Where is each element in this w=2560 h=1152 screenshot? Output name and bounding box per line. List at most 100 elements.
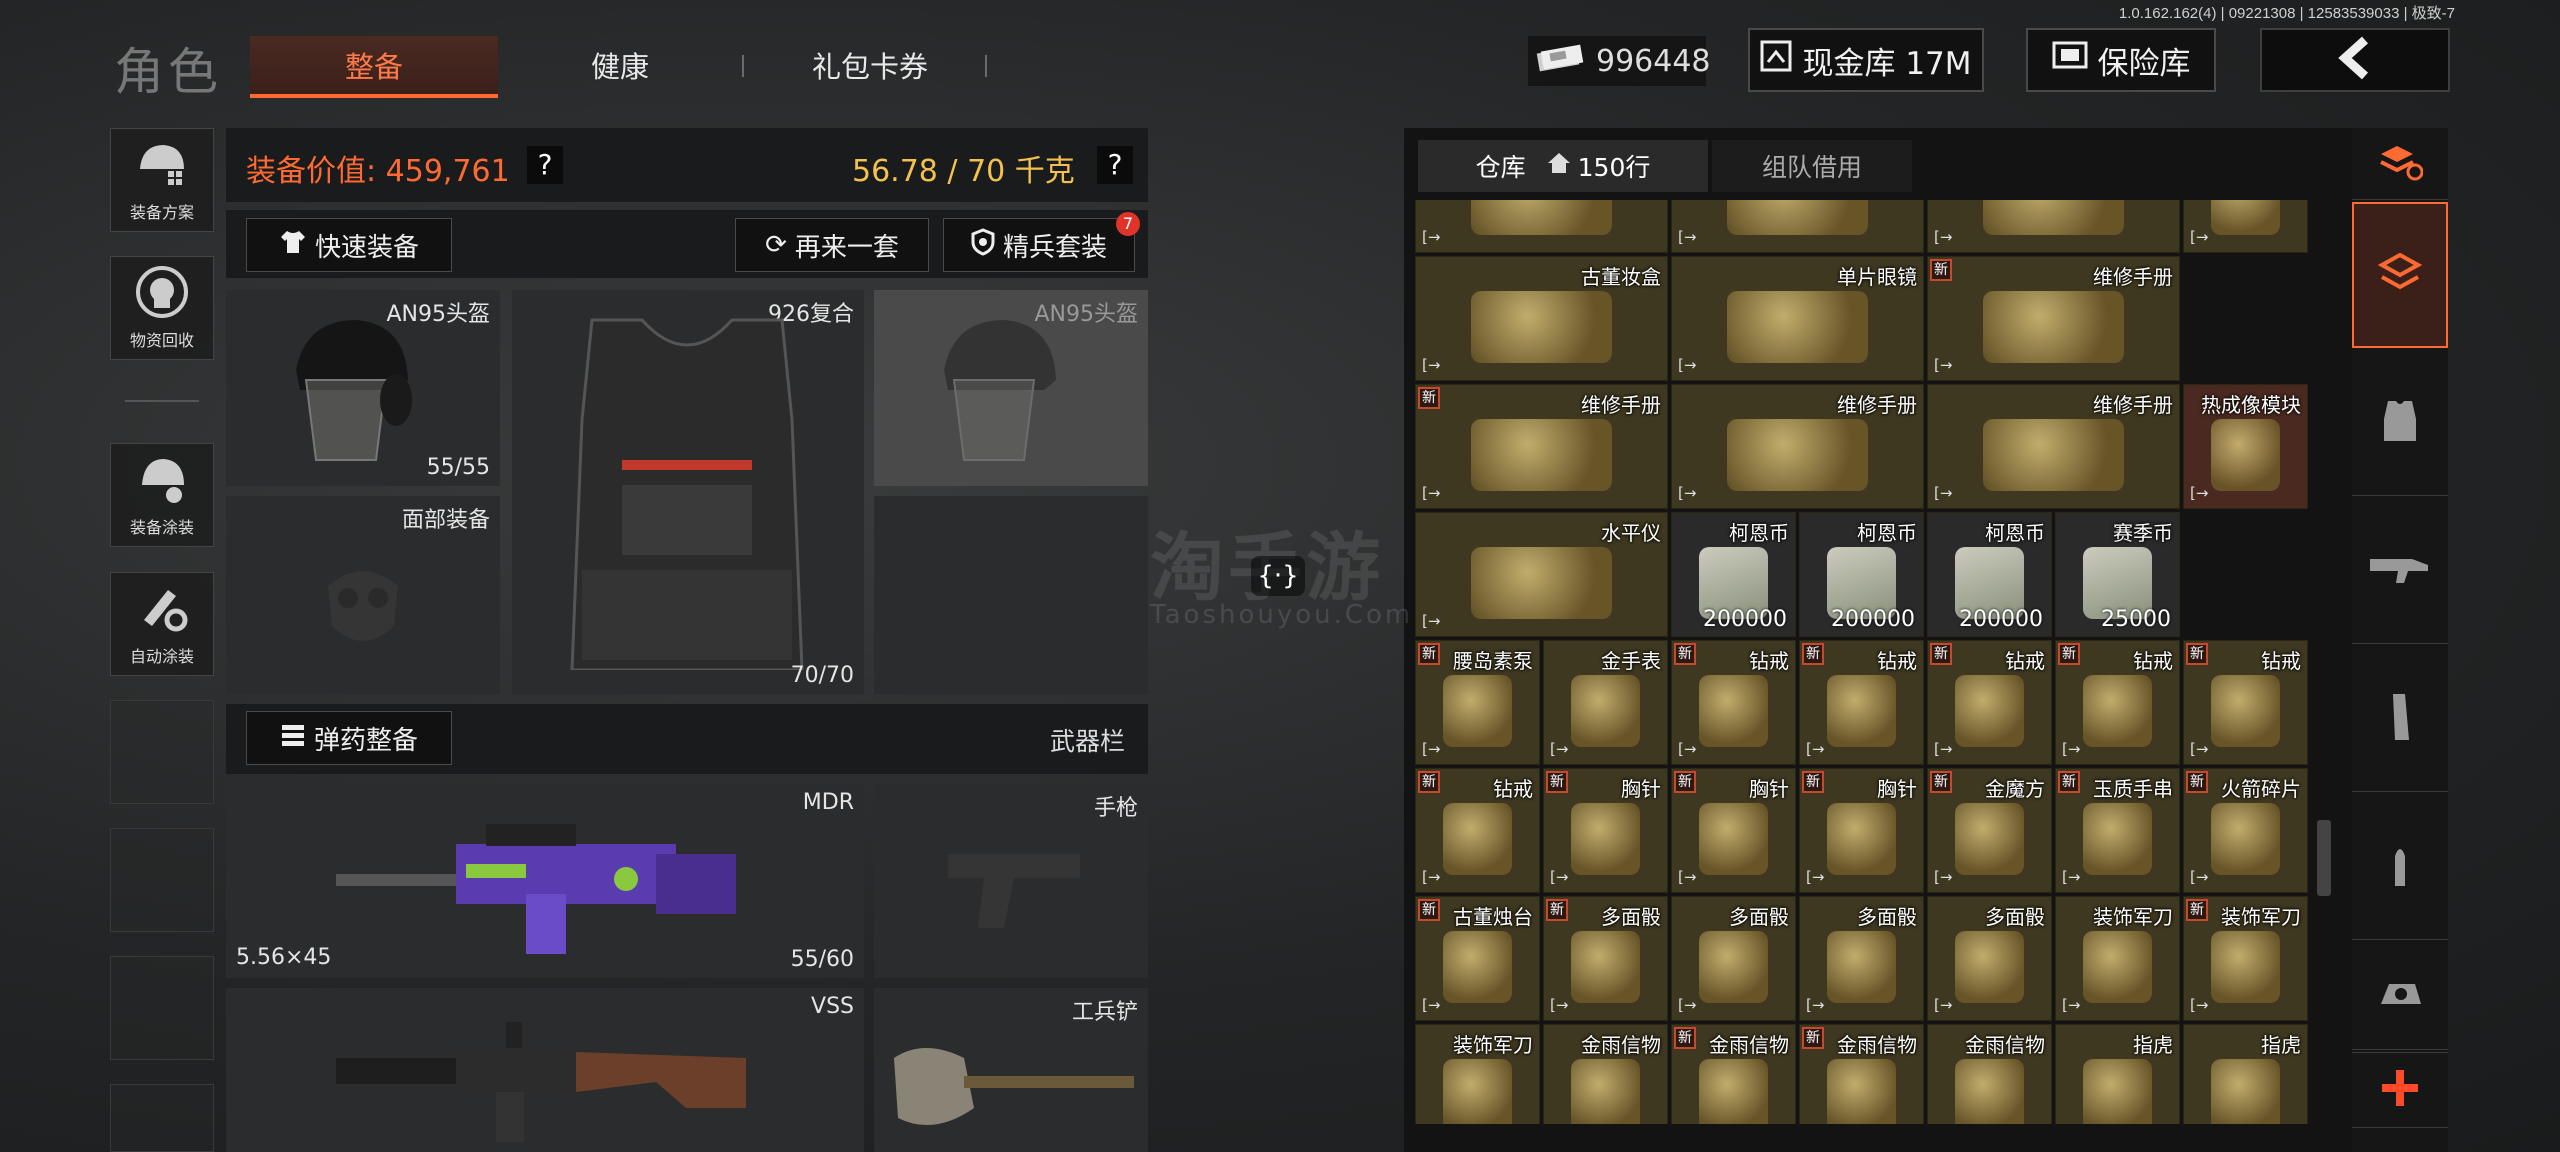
face-slot[interactable]: 面部装备 — [226, 496, 500, 694]
inventory-item[interactable]: 装饰军刀[→ — [2055, 896, 2180, 1021]
item-icon — [2083, 803, 2152, 875]
move-arrow-icon: [→ — [1678, 356, 1697, 374]
weight-help-icon[interactable]: ? — [1097, 146, 1133, 184]
move-arrow-icon: [→ — [1550, 740, 1569, 758]
inventory-item[interactable]: 工艺模型[→ — [1415, 200, 1668, 253]
category-ammo[interactable] — [2352, 794, 2448, 940]
new-badge: 新 — [1674, 643, 1696, 665]
new-badge: 新 — [1674, 771, 1696, 793]
inventory-item[interactable]: 多面骰 [→ — [1927, 896, 2052, 1021]
bag-slot[interactable]: AN95头盔 — [874, 290, 1148, 486]
tab-warehouse[interactable]: 仓库 150行 — [1418, 140, 1708, 192]
category-weapon[interactable] — [2352, 498, 2448, 644]
item-name: 维修手册 — [1837, 393, 1917, 417]
inventory-item[interactable]: 金雨信物[→ — [1927, 1024, 2052, 1124]
inventory-item[interactable]: 多面骰 [→ — [1799, 896, 1924, 1021]
recycle-label: 物资回收 — [129, 331, 194, 350]
inventory-item[interactable]: 单片眼镜 [→ — [1671, 256, 1924, 381]
recycle-face-icon — [132, 257, 192, 327]
inventory-item[interactable]: 新金雨信物[→ — [1799, 1024, 1924, 1124]
cash-vault-button[interactable]: 现金库 17M — [1748, 28, 1984, 92]
inventory-item[interactable]: 新 金魔方 [→ — [1927, 768, 2052, 893]
category-armor[interactable] — [2352, 350, 2448, 496]
item-name: 钻戒 — [2133, 649, 2173, 673]
inventory-item[interactable]: 新 钻戒 [→ — [1799, 640, 1924, 765]
inventory-item[interactable]: 新金雨信物[→ — [1671, 1024, 1796, 1124]
code-brackets-icon[interactable]: {·} — [1251, 556, 1305, 596]
inventory-item[interactable]: 新 维修手册 [→ — [1415, 384, 1668, 509]
inventory-item[interactable]: 多面骰 [→ — [1671, 896, 1796, 1021]
inventory-item[interactable]: 新 钻戒 [→ — [2055, 640, 2180, 765]
inventory-item[interactable]: 古董摆件[→ — [2183, 200, 2308, 253]
quick-equip-button[interactable]: 快速装备 — [246, 218, 452, 272]
reload-set-button[interactable]: ⟳ 再来一套 — [735, 218, 929, 272]
sort-button[interactable] — [2352, 128, 2448, 200]
inventory-item[interactable]: 金雨信物[→ — [1543, 1024, 1668, 1124]
item-name: 装饰军刀 — [2221, 905, 2301, 929]
inventory-item[interactable]: 热成像模块 [→ — [2183, 384, 2308, 509]
category-magazine[interactable] — [2352, 646, 2448, 792]
inventory-item[interactable]: 新 多面骰 [→ — [1543, 896, 1668, 1021]
armor-slot[interactable]: 926复合 70/70 — [512, 290, 864, 694]
help-icon[interactable]: ? — [527, 146, 563, 184]
item-name: 水平仪 — [1601, 521, 1661, 545]
inventory-item[interactable]: 古董妆盒[→ — [1927, 200, 2180, 253]
inventory-item[interactable]: 装饰军刀[→ — [1415, 1024, 1540, 1124]
item-name: 金雨信物 — [1837, 1033, 1917, 1057]
auto-skin-button[interactable]: 自动涂装 — [110, 572, 214, 676]
inventory-item[interactable]: 水平仪 [→ — [1415, 512, 1668, 637]
inventory-item[interactable]: 新火箭碎片 [→ — [2183, 768, 2308, 893]
back-button[interactable] — [2260, 28, 2450, 92]
move-arrow-icon: [→ — [1422, 484, 1441, 502]
item-icon — [1443, 931, 1512, 1003]
primary-weapon-slot[interactable]: MDR 5.56×45 55/60 — [226, 784, 864, 978]
loadout-plan-button[interactable]: 装备方案 — [110, 128, 214, 232]
pistol-slot[interactable]: 手枪 — [874, 784, 1148, 978]
back-arrow-icon — [2335, 36, 2375, 84]
inventory-item[interactable]: 新腰岛素泵 [→ — [1415, 640, 1540, 765]
elite-set-button[interactable]: 精兵套装 — [943, 218, 1135, 272]
inventory-item[interactable]: 指虎[→ — [2183, 1024, 2308, 1124]
secondary-weapon-slot[interactable]: VSS — [226, 988, 864, 1152]
tab-team-borrow[interactable]: 组队借用 — [1712, 140, 1912, 192]
inventory-item[interactable]: 新 钻戒 [→ — [1671, 640, 1796, 765]
inventory-item[interactable]: 新 胸针 [→ — [1799, 768, 1924, 893]
item-icon — [1727, 291, 1868, 363]
inventory-item[interactable]: 赛季币 25000 — [2055, 512, 2180, 637]
refresh-icon: ⟳ — [765, 230, 787, 260]
helmet-slot[interactable]: AN95头盔 55/55 — [226, 290, 500, 486]
inventory-item[interactable]: 柯恩币 200000 — [1799, 512, 1924, 637]
inventory-item[interactable]: 新 钻戒 [→ — [1415, 768, 1540, 893]
empty-gear-slot[interactable] — [874, 496, 1148, 694]
melee-slot[interactable]: 工兵铲 — [874, 988, 1148, 1152]
inventory-item[interactable]: 新 胸针 [→ — [1671, 768, 1796, 893]
inventory-item[interactable]: 柯恩币 200000 — [1927, 512, 2052, 637]
inventory-item[interactable]: 新古董烛台 [→ — [1415, 896, 1540, 1021]
inventory-item[interactable]: 新 胸针 [→ — [1543, 768, 1668, 893]
inventory-item[interactable]: 新装饰军刀 [→ — [2183, 896, 2308, 1021]
add-category-button[interactable] — [2352, 1052, 2448, 1128]
inventory-item[interactable]: 古董妆盒[→ — [1671, 200, 1924, 253]
tab-divider — [985, 55, 987, 77]
inventory-item[interactable]: 指虎[→ — [2055, 1024, 2180, 1124]
safe-button[interactable]: 保险库 — [2026, 28, 2216, 92]
inventory-item[interactable]: 新 钻戒 [→ — [2183, 640, 2308, 765]
scrollbar-thumb[interactable] — [2317, 820, 2331, 896]
inventory-item[interactable]: 新玉质手串 [→ — [2055, 768, 2180, 893]
inventory-item[interactable]: 柯恩币 200000 — [1671, 512, 1796, 637]
tab-gift-coupons[interactable]: 礼包卡券 — [745, 36, 995, 94]
inventory-item[interactable]: 新 维修手册 [→ — [1927, 256, 2180, 381]
inventory-item[interactable]: 金手表 [→ — [1543, 640, 1668, 765]
category-attachment[interactable] — [2352, 942, 2448, 1050]
tab-equip[interactable]: 整备 — [250, 36, 498, 98]
new-badge: 新 — [1802, 643, 1824, 665]
skin-button[interactable]: 装备涂装 — [110, 443, 214, 547]
tab-health[interactable]: 健康 — [500, 36, 740, 94]
inventory-item[interactable]: 古董妆盒[→ — [1415, 256, 1668, 381]
inventory-item[interactable]: 维修手册 [→ — [1671, 384, 1924, 509]
ammo-prep-button[interactable]: 弹药整备 — [246, 711, 452, 765]
inventory-item[interactable]: 维修手册 [→ — [1927, 384, 2180, 509]
category-all[interactable] — [2352, 202, 2448, 348]
recycle-button[interactable]: 物资回收 — [110, 256, 214, 360]
inventory-item[interactable]: 新 钻戒 [→ — [1927, 640, 2052, 765]
